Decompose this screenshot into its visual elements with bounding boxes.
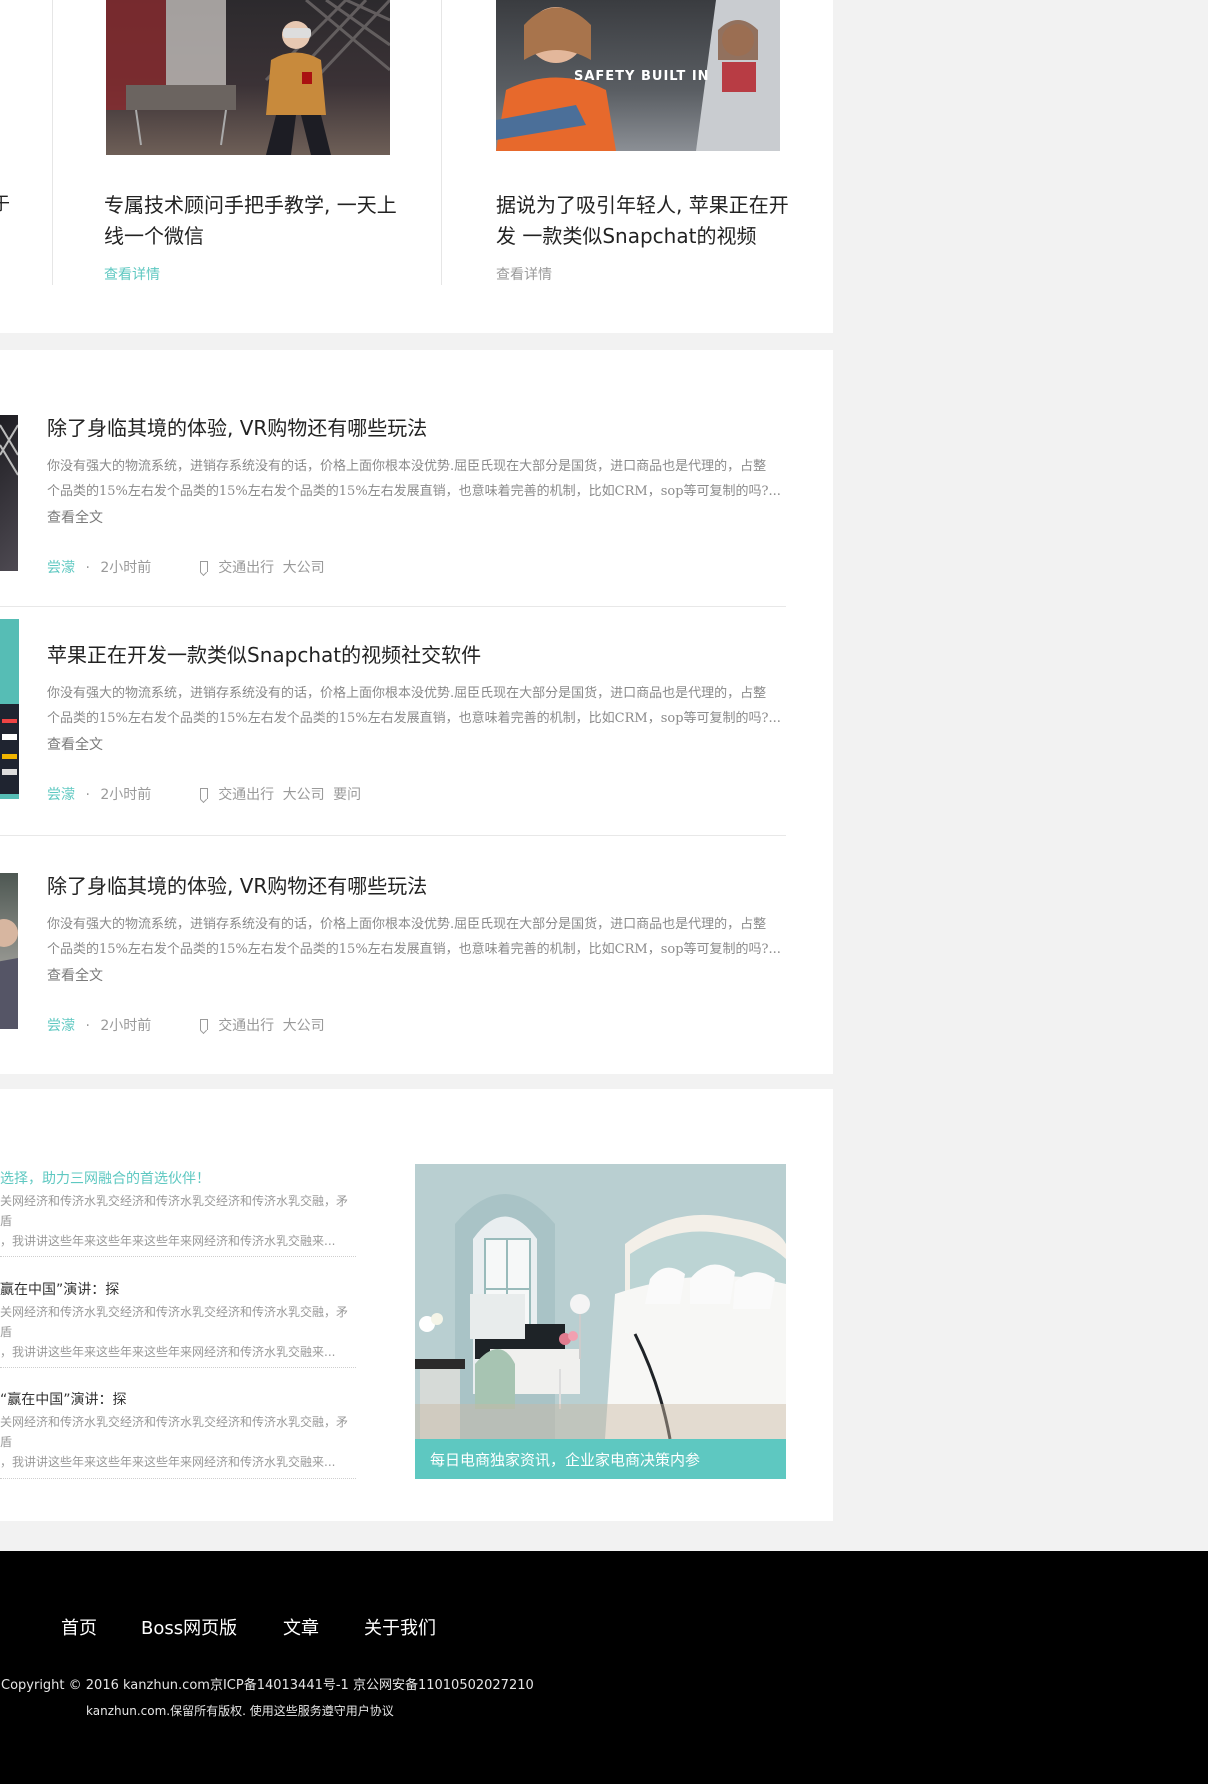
card-image[interactable]	[106, 0, 390, 155]
thumbnail-art	[0, 919, 18, 1029]
side-item-body: 关网经济和传济水乳交经济和传济水乳交经济和传济水乳交融，矛盾 ，我讲讲这些年来这…	[0, 1412, 356, 1472]
side-item-title: 选择，助力三网融合的首选伙伴！	[0, 1171, 210, 1187]
article-excerpt: 你没有强大的物流系统，进销存系统没有的话，价格上面你根本没优势.屈臣氏现在大部分…	[47, 454, 792, 504]
side-list-item[interactable]: “赢在中国”演讲：探 关网经济和传济水乳交经济和传济水乳交经济和传济水乳交融，矛…	[0, 1390, 356, 1472]
author-name[interactable]: 尝濛	[47, 1018, 75, 1034]
card-title[interactable]: 据说为了吸引年轻人, 苹果正在开 发 一款类似Snapchat的视频	[496, 190, 796, 252]
side-item-line: 关网经济和传济水乳交经济和传济水乳交经济和传济水乳交融，矛盾	[0, 1305, 349, 1339]
thumbnail-art	[0, 424, 18, 476]
side-item-line: 关网经济和传济水乳交经济和传济水乳交经济和传济水乳交融，矛盾	[0, 1415, 349, 1449]
image-overlay-text: SAFETY BUILT IN	[574, 69, 710, 84]
excerpt-line: 你没有强大的物流系统，进销存系统没有的话，价格上面你根本没优势.屈臣氏现在大部分…	[47, 459, 767, 474]
card-divider	[52, 0, 53, 285]
excerpt-line: 个品类的15%左右发个品类的15%左右发个品类的15%左右发展直销，也意味着完善…	[47, 484, 781, 499]
footer-link-articles[interactable]: 文章	[283, 1614, 319, 1640]
recommend-panel: 选择，助力三网融合的首选伙伴！ 关网经济和传济水乳交经济和传济水乳交经济和传济水…	[0, 1089, 833, 1521]
side-list-divider	[0, 1367, 356, 1368]
author-name[interactable]: 尝濛	[47, 787, 75, 803]
article-thumbnail[interactable]	[0, 415, 18, 571]
feature-caption-bar: 每日电商独家资讯，企业家电商决策内参	[415, 1439, 786, 1479]
tag[interactable]: 交通出行	[218, 1018, 274, 1034]
meta-dot: ·	[85, 560, 90, 576]
excerpt-line: 你没有强大的物流系统，进销存系统没有的话，价格上面你根本没优势.屈臣氏现在大部分…	[47, 917, 767, 932]
meta-dot: ·	[85, 1018, 90, 1034]
card-title-line: 专属技术顾问手把手教学, 一天上	[104, 193, 397, 217]
article-meta: 尝濛 · 2小时前 交通出行 大公司	[47, 1015, 325, 1035]
view-details-link[interactable]: 查看详情	[104, 264, 160, 284]
tag-icon	[199, 1019, 208, 1030]
meta-dot: ·	[85, 787, 90, 803]
article-excerpt: 你没有强大的物流系统，进销存系统没有的话，价格上面你根本没优势.屈臣氏现在大部分…	[47, 912, 792, 962]
article-meta: 尝濛 · 2小时前 交通出行 大公司 要问	[47, 784, 361, 804]
top-cards-panel: 于 专属技术顾问手把手教学, 一天上 线一个微信 查看详情 SAFETY BUI…	[0, 0, 833, 333]
article-thumbnail[interactable]	[0, 873, 18, 1029]
excerpt-line: 个品类的15%左右发个品类的15%左右发个品类的15%左右发展直销，也意味着完善…	[47, 942, 781, 957]
excerpt-line: 个品类的15%左右发个品类的15%左右发个品类的15%左右发展直销，也意味着完善…	[47, 711, 781, 726]
article-title[interactable]: 除了身临其境的体验, VR购物还有哪些玩法	[47, 870, 427, 899]
side-item-line: ，我讲讲这些年来这些年来这些年来网经济和传济水乳交融来...	[0, 1234, 336, 1248]
article-meta: 尝濛 · 2小时前 交通出行 大公司	[47, 557, 325, 577]
card-title-line: 线一个微信	[104, 224, 204, 248]
side-list-item[interactable]: 赢在中国”演讲：探 关网经济和传济水乳交经济和传济水乳交经济和传济水乳交融，矛盾…	[0, 1280, 356, 1362]
side-item-title: 赢在中国”演讲：探	[0, 1282, 120, 1298]
side-item-line: 关网经济和传济水乳交经济和传济水乳交经济和传济水乳交融，矛盾	[0, 1194, 349, 1228]
tag[interactable]: 要问	[333, 787, 361, 803]
side-list-divider	[0, 1478, 356, 1479]
side-item-title: “赢在中国”演讲：探	[0, 1392, 127, 1408]
card-divider	[441, 0, 442, 285]
side-list-item[interactable]: 选择，助力三网融合的首选伙伴！ 关网经济和传济水乳交经济和传济水乳交经济和传济水…	[0, 1169, 356, 1251]
side-item-body: 关网经济和传济水乳交经济和传济水乳交经济和传济水乳交融，矛盾 ，我讲讲这些年来这…	[0, 1191, 356, 1251]
card-image[interactable]: SAFETY BUILT IN	[496, 0, 780, 151]
view-details-link[interactable]: 查看详情	[496, 264, 552, 284]
thumbnail-art	[0, 704, 19, 794]
footer-link-about[interactable]: 关于我们	[364, 1614, 436, 1640]
read-more-link[interactable]: 查看全文	[47, 507, 103, 527]
footer-link-home[interactable]: 首页	[61, 1614, 97, 1640]
excerpt-line: 你没有强大的物流系统，进销存系统没有的话，价格上面你根本没优势.屈臣氏现在大部分…	[47, 686, 767, 701]
left-edge-text: 于	[0, 194, 10, 215]
tag[interactable]: 大公司	[283, 560, 325, 576]
footer-copyright: Copyright © 2016 kanzhun.com京ICP备1401344…	[1, 1678, 534, 1693]
read-more-link[interactable]: 查看全文	[47, 965, 103, 985]
tag[interactable]: 大公司	[283, 787, 325, 803]
article-list-panel: 除了身临其境的体验, VR购物还有哪些玩法 你没有强大的物流系统，进销存系统没有…	[0, 350, 833, 1074]
read-more-link[interactable]: 查看全文	[47, 734, 103, 754]
card-title[interactable]: 专属技术顾问手把手教学, 一天上 线一个微信	[104, 190, 404, 252]
side-item-body: 关网经济和传济水乳交经济和传济水乳交经济和传济水乳交融，矛盾 ，我讲讲这些年来这…	[0, 1302, 356, 1362]
article-title[interactable]: 苹果正在开发一款类似Snapchat的视频社交软件	[47, 639, 481, 668]
card-title-line: 据说为了吸引年轻人, 苹果正在开	[496, 193, 789, 217]
card-title-line: 发 一款类似Snapchat的视频	[496, 224, 757, 248]
article-excerpt: 你没有强大的物流系统，进销存系统没有的话，价格上面你根本没优势.屈臣氏现在大部分…	[47, 681, 792, 731]
side-item-line: ，我讲讲这些年来这些年来这些年来网经济和传济水乳交融来...	[0, 1345, 336, 1359]
side-item-line: ，我讲讲这些年来这些年来这些年来网经济和传济水乳交融来...	[0, 1455, 336, 1469]
site-footer: 首页 Boss网页版 文章 关于我们 Copyright © 2016 kanz…	[0, 1551, 1208, 1784]
article-divider	[0, 606, 786, 607]
author-name[interactable]: 尝濛	[47, 560, 75, 576]
feature-caption: 每日电商独家资讯，企业家电商决策内参	[430, 1451, 701, 1469]
tag[interactable]: 大公司	[283, 1018, 325, 1034]
post-time: 2小时前	[100, 560, 152, 576]
article-thumbnail[interactable]	[0, 619, 19, 799]
tag[interactable]: 交通出行	[218, 787, 274, 803]
footer-rights: kanzhun.com.保留所有版权. 使用这些服务遵守用户协议	[86, 1704, 394, 1718]
store-vr-photo	[106, 0, 390, 155]
feature-card[interactable]: 每日电商独家资讯，企业家电商决策内参	[415, 1164, 786, 1479]
bedroom-photo	[415, 1164, 786, 1440]
footer-link-boss-web[interactable]: Boss网页版	[141, 1614, 237, 1640]
article-divider	[0, 835, 786, 836]
side-list-divider	[0, 1256, 356, 1257]
post-time: 2小时前	[100, 1018, 152, 1034]
tag[interactable]: 交通出行	[218, 560, 274, 576]
article-title[interactable]: 除了身临其境的体验, VR购物还有哪些玩法	[47, 412, 427, 441]
tag-icon	[199, 561, 208, 572]
tag-icon	[199, 788, 208, 799]
post-time: 2小时前	[100, 787, 152, 803]
